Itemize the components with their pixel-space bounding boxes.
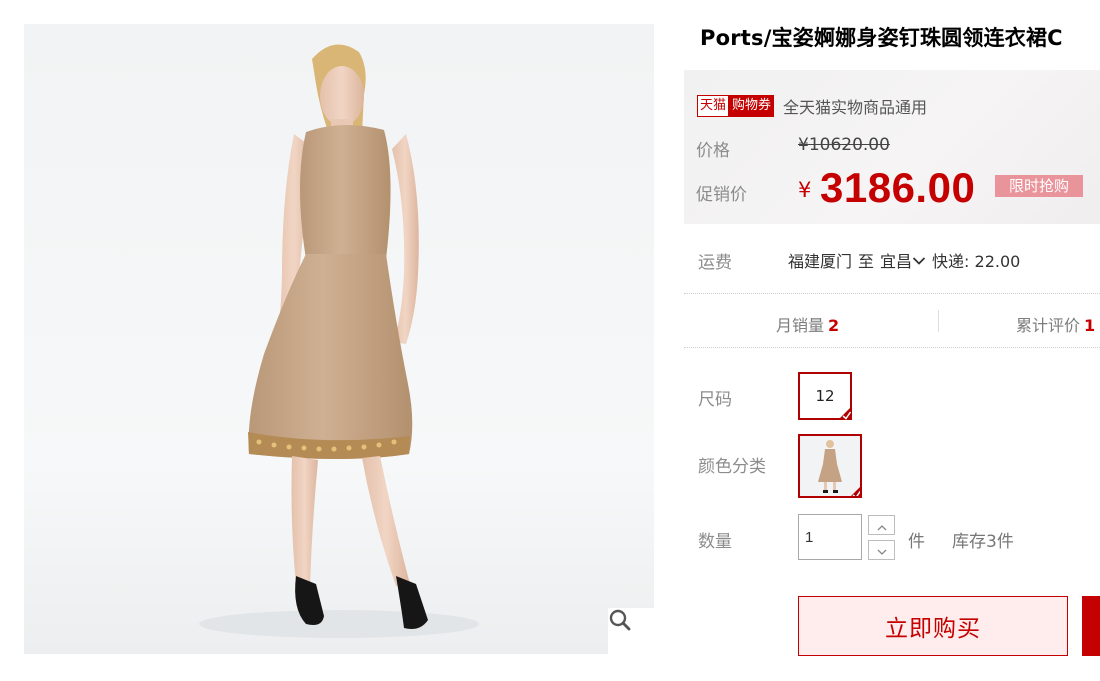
color-option-selected[interactable]: [798, 434, 862, 498]
shipping-origin: 福建厦门: [788, 252, 853, 271]
product-detail-panel: Ports/宝姿婀娜身姿钉珠圆领连衣裙C 天猫 购物券 全天猫实物商品通用 价格…: [684, 0, 1100, 681]
promo-price: 3186.00: [820, 164, 976, 211]
quantity-label: 数量: [698, 532, 732, 552]
promo-price-label: 促销价: [696, 185, 747, 205]
buy-now-button[interactable]: 立即购买: [798, 596, 1068, 656]
currency-symbol: ¥: [798, 178, 812, 202]
review-count[interactable]: 累计评价 1: [1016, 312, 1095, 336]
chevron-down-icon: [912, 251, 926, 270]
coupon-row[interactable]: 天猫 购物券 全天猫实物商品通用: [697, 95, 927, 117]
model-photo: [199, 44, 479, 638]
price-label: 价格: [696, 141, 730, 161]
shipping-info: 福建厦门 至 宜昌 快递: 22.00: [788, 248, 1020, 272]
coupon-description: 全天猫实物商品通用: [783, 98, 928, 117]
selected-check-icon: [838, 406, 852, 420]
quantity-increase-button[interactable]: [868, 515, 895, 535]
color-label: 颜色分类: [698, 457, 766, 477]
stock-count: 库存3件: [952, 532, 1014, 552]
shipping-destination: 宜昌: [880, 252, 913, 271]
shipping-fee: 快递: 22.00: [932, 252, 1021, 271]
quantity-unit: 件: [908, 532, 925, 552]
coupon-tag: 购物券: [729, 95, 775, 117]
quantity-input[interactable]: 1: [798, 514, 862, 560]
monthly-sales-value: 2: [828, 316, 840, 335]
quantity-decrease-button[interactable]: [868, 540, 895, 560]
tmall-tag: 天猫: [697, 95, 730, 117]
sales-stats: 月销量 2 累计评价 1: [684, 293, 1100, 348]
monthly-sales-label: 月销量: [776, 316, 825, 335]
stats-divider: [938, 310, 939, 332]
shipping-label: 运费: [698, 253, 732, 273]
price-box: 天猫 购物券 全天猫实物商品通用 价格 ¥10620.00 促销价 ¥ 3186…: [684, 70, 1100, 224]
reviews-label: 累计评价: [1016, 316, 1081, 335]
zoom-button[interactable]: [608, 608, 654, 654]
flash-sale-badge: 限时抢购: [995, 175, 1083, 197]
size-option-selected[interactable]: 12: [798, 372, 852, 420]
monthly-sales: 月销量 2: [776, 312, 839, 336]
chevron-up-icon: [877, 516, 887, 535]
reviews-value: 1: [1084, 316, 1096, 335]
size-value: 12: [815, 387, 835, 405]
destination-selector[interactable]: 宜昌: [880, 248, 926, 272]
original-price: ¥10620.00: [798, 135, 890, 155]
add-to-cart-button[interactable]: [1082, 596, 1100, 656]
chevron-down-icon: [877, 541, 887, 560]
product-title: Ports/宝姿婀娜身姿钉珠圆领连衣裙C: [700, 26, 1063, 50]
selected-check-icon: [848, 484, 860, 496]
size-label: 尺码: [698, 390, 732, 410]
shipping-to: 至: [858, 252, 875, 271]
product-main-image[interactable]: [24, 24, 654, 654]
